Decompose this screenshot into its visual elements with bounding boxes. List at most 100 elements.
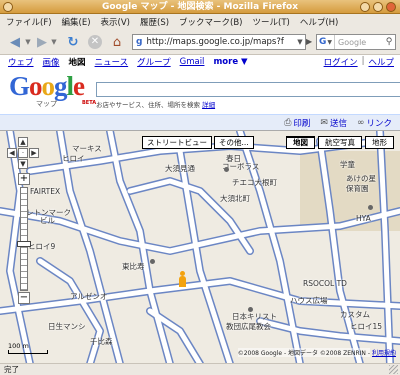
map-label: HYA — [356, 214, 371, 223]
menu-bar: ファイル(F) 編集(E) 表示(V) 履歴(S) ブックマーク(B) ツール(… — [0, 14, 400, 29]
zoom-slider-handle[interactable] — [17, 241, 31, 247]
chain-link-icon: ∞ — [356, 117, 365, 128]
menu-edit[interactable]: 編集(E) — [62, 16, 91, 28]
search-hint: お店やサービス、住所、場所を検索 詳細 — [96, 99, 215, 109]
maps-header: Google マップ BETA お店やサービス、住所、場所を検索 詳細 — [0, 69, 400, 114]
home-button[interactable]: ⌂ — [108, 33, 126, 51]
nav-more[interactable]: more ▼ — [213, 57, 247, 67]
url-bar[interactable]: g http://maps.google.co.jp/maps?f ▼ — [132, 34, 306, 50]
map-copyright: ©2008 Google - 地図データ ©2008 ZENRIN - — [237, 348, 370, 357]
terms-link[interactable]: 利用規約 — [372, 348, 396, 357]
map-label: 日生マンシ — [48, 322, 86, 331]
envelope-icon: ✉ — [320, 117, 328, 128]
maps-search-input[interactable] — [96, 82, 400, 97]
map-label: ビル — [40, 216, 55, 225]
navigation-toolbar: ◀ ▼ ▶ ▼ ↻ ✕ ⌂ g http://maps.google.co.jp… — [0, 29, 400, 55]
poi-marker — [224, 167, 229, 172]
map-label: チエコ大根町 — [232, 178, 277, 187]
map-label: 教団広尾教会 — [226, 322, 271, 331]
search-hint-text: お店やサービス、住所、場所を検索 — [96, 101, 200, 109]
menu-tools[interactable]: ツール(T) — [253, 16, 290, 28]
search-details-link[interactable]: 詳細 — [202, 101, 215, 109]
maximize-icon[interactable] — [373, 2, 383, 12]
map-label: 保育園 — [346, 184, 369, 193]
back-history-dropdown-icon[interactable]: ▼ — [24, 33, 32, 51]
forward-history-dropdown-icon[interactable]: ▼ — [50, 33, 58, 51]
pegman-icon[interactable] — [178, 271, 187, 287]
map-scale: 100 m — [8, 342, 48, 354]
map-label: ヒロイ — [62, 154, 85, 163]
nav-maps: 地図 — [68, 58, 86, 68]
poi-marker — [150, 259, 155, 264]
url-history-dropdown-icon[interactable]: ▼ — [295, 38, 305, 46]
map-label: 学童 — [340, 160, 355, 169]
poi-marker — [248, 307, 253, 312]
streetview-button[interactable]: ストリートビュー — [142, 136, 212, 149]
search-magnifier-icon[interactable]: ⚲ — [383, 37, 395, 47]
menu-view[interactable]: 表示(V) — [101, 16, 130, 28]
window-titlebar: Google マップ - 地図検索 - Mozilla Firefox — [0, 0, 400, 14]
zoom-control: ▲ ◀ · ▶ ▼ + − — [6, 137, 42, 307]
map-label: 東比寿 — [122, 262, 145, 271]
map-type-map[interactable]: 地図 — [286, 136, 315, 149]
print-link[interactable]: ⎙ 印刷 — [284, 117, 310, 129]
map-type-terrain[interactable]: 地形 — [365, 136, 394, 149]
poi-marker — [368, 205, 373, 210]
map-label: ヒロイ15 — [350, 322, 383, 331]
account-links: ログイン | ヘルプ — [324, 56, 394, 68]
menu-history[interactable]: 履歴(S) — [140, 16, 169, 28]
close-icon[interactable] — [386, 2, 396, 12]
map-tools-bar: ⎙ 印刷 ✉ 送信 ∞ リンク — [0, 114, 400, 130]
link-link[interactable]: ∞ リンク — [357, 117, 392, 129]
nav-images[interactable]: 画像 — [43, 56, 60, 68]
zoom-slider-track[interactable] — [20, 187, 28, 291]
map-label: ハウス広場 — [290, 296, 328, 305]
map-type-switcher: 地図 航空写真 地形 — [286, 136, 394, 149]
menu-help[interactable]: ヘルプ(H) — [300, 16, 339, 28]
pan-up-button[interactable]: ▲ — [18, 137, 28, 147]
stop-button[interactable]: ✕ — [86, 33, 104, 51]
search-box[interactable]: G ▼ Google ⚲ — [316, 34, 396, 50]
more-layers-button[interactable]: その他... — [214, 136, 254, 149]
status-text: 完了 — [4, 365, 19, 374]
menu-bookmarks[interactable]: ブックマーク(B) — [179, 16, 242, 28]
map-canvas[interactable]: マーキス ヒロイ FAIRTEX レトンマーク ビル ヒロイ9 大須見通 春日 … — [0, 130, 400, 363]
pan-down-button[interactable]: ▼ — [18, 159, 28, 169]
printer-icon: ⎙ — [284, 117, 292, 128]
pan-center-button[interactable]: · — [18, 148, 28, 158]
search-input[interactable]: Google — [335, 38, 383, 47]
nav-news[interactable]: ニュース — [95, 56, 129, 68]
send-link[interactable]: ✉ 送信 — [320, 117, 347, 129]
search-engine-selector[interactable]: G ▼ — [317, 35, 336, 49]
nav-web[interactable]: ウェブ — [8, 56, 34, 68]
help-link[interactable]: ヘルプ — [368, 56, 394, 68]
back-button[interactable]: ◀ — [4, 33, 26, 51]
map-label: カスタム — [340, 310, 370, 319]
logo-subtitle: マップ — [36, 100, 57, 108]
google-logo[interactable]: Google — [9, 71, 85, 102]
pan-right-button[interactable]: ▶ — [29, 148, 39, 158]
menu-file[interactable]: ファイル(F) — [6, 16, 52, 28]
map-label: 千比森 — [90, 337, 113, 346]
scale-bar — [8, 350, 48, 354]
zoom-in-button[interactable]: + — [18, 173, 30, 185]
beta-badge: BETA — [82, 100, 97, 106]
go-button[interactable]: ▶ — [306, 34, 314, 50]
nav-groups[interactable]: グループ — [137, 56, 171, 68]
pan-left-button[interactable]: ◀ — [7, 148, 17, 158]
window-menu-icon[interactable] — [3, 2, 13, 12]
zoom-out-button[interactable]: − — [18, 292, 30, 304]
minimize-icon[interactable] — [360, 2, 370, 12]
account-separator: | — [361, 56, 365, 66]
map-label: RSOCOL TD — [303, 279, 347, 288]
site-favicon: g — [136, 37, 143, 47]
reload-button[interactable]: ↻ — [64, 33, 82, 51]
status-bar: 完了 — [0, 363, 400, 375]
url-text[interactable]: http://maps.google.co.jp/maps?f — [146, 37, 295, 47]
map-type-satellite[interactable]: 航空写真 — [318, 136, 362, 149]
login-link[interactable]: ログイン — [324, 56, 358, 68]
forward-button[interactable]: ▶ — [32, 33, 52, 51]
resize-grip-icon[interactable] — [389, 365, 398, 374]
nav-gmail[interactable]: Gmail — [180, 57, 205, 67]
map-label: 大須見通 — [165, 164, 195, 173]
